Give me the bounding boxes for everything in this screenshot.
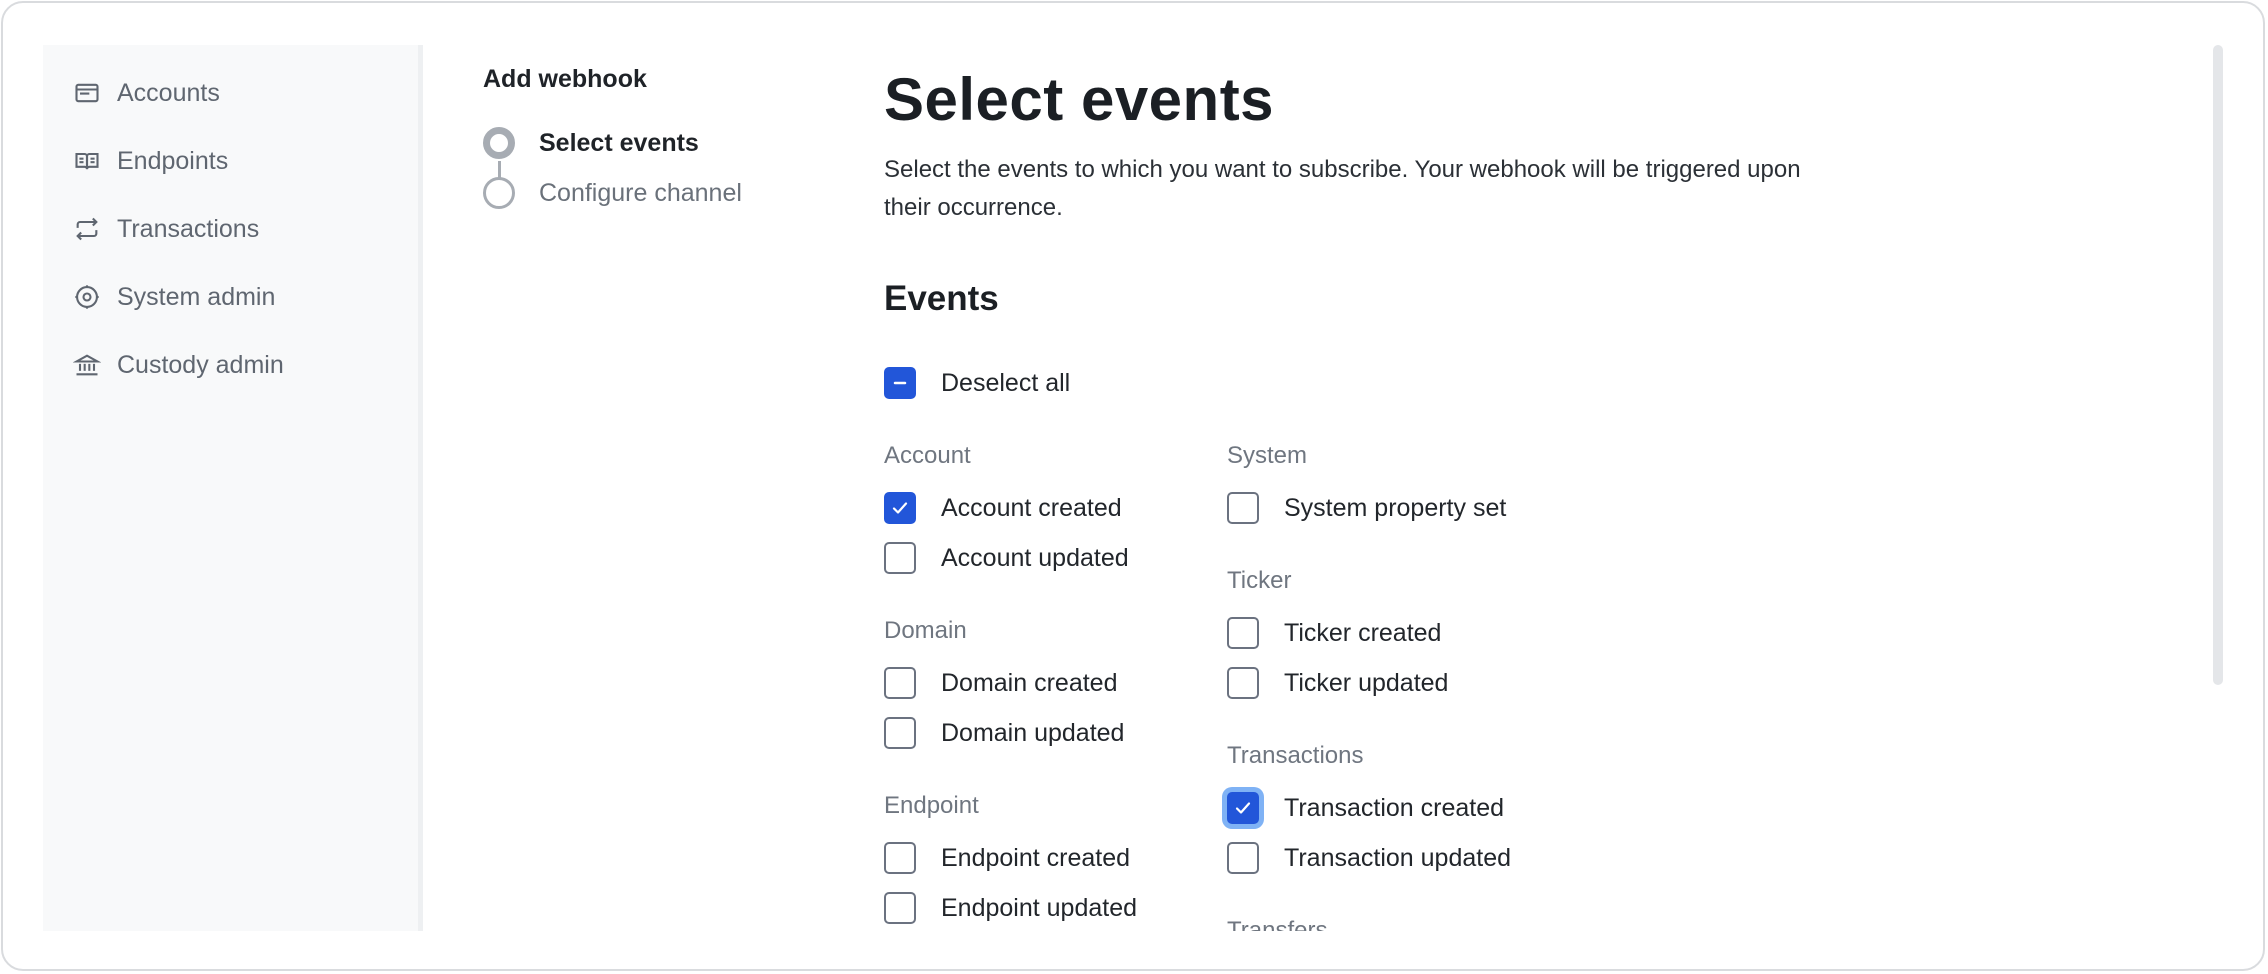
sidebar-item-transactions[interactable]: Transactions: [73, 209, 259, 249]
minus-icon: [893, 381, 907, 385]
stepper-title: Add webhook: [483, 65, 647, 93]
sidebar-item-label: Custody admin: [117, 350, 284, 379]
sidebar-item-label: Transactions: [117, 214, 260, 243]
step-label: Select events: [539, 128, 699, 157]
sidebar-item-label: Accounts: [117, 78, 220, 107]
vertical-scrollbar[interactable]: [2213, 45, 2223, 685]
account-updated-checkbox[interactable]: [884, 542, 916, 574]
sidebar-item-endpoints[interactable]: Endpoints: [73, 141, 228, 181]
app-window: Accounts Endpoints Transactions System a…: [1, 1, 2265, 971]
account-updated-label: Account updated: [941, 544, 1129, 572]
group-label-domain: Domain: [884, 617, 967, 644]
check-icon: [1235, 802, 1251, 814]
group-label-account: Account: [884, 442, 971, 469]
step-label: Configure channel: [539, 178, 742, 207]
app-viewport: Accounts Endpoints Transactions System a…: [43, 45, 2243, 931]
transaction-updated-checkbox[interactable]: [1227, 842, 1259, 874]
deselect-all-label: Deselect all: [941, 369, 1071, 397]
sidebar-item-label: Endpoints: [117, 146, 229, 175]
sidebar-item-label: System admin: [117, 282, 276, 311]
book-icon: [75, 152, 99, 170]
sidebar: Accounts Endpoints Transactions System a…: [43, 45, 423, 931]
system-property-set-checkbox[interactable]: [1227, 492, 1259, 524]
step-pending-indicator: [483, 177, 515, 209]
ticker-updated-checkbox[interactable]: [1227, 667, 1259, 699]
step-select-events[interactable]: Select events: [483, 123, 699, 163]
system-property-set-label: System property set: [1284, 494, 1507, 522]
endpoint-updated-label: Endpoint updated: [941, 894, 1138, 922]
group-label-transactions: Transactions: [1227, 742, 1364, 769]
group-label-endpoint: Endpoint: [884, 792, 979, 819]
account-created-checkbox[interactable]: [884, 492, 916, 524]
endpoint-created-checkbox[interactable]: [884, 842, 916, 874]
arrows-swap-icon: [76, 217, 98, 241]
sidebar-item-system-admin[interactable]: System admin: [73, 277, 275, 317]
domain-created-checkbox[interactable]: [884, 667, 916, 699]
ticker-created-label: Ticker created: [1284, 619, 1442, 647]
account-created-label: Account created: [941, 494, 1122, 522]
sidebar-item-custody-admin[interactable]: Custody admin: [73, 345, 284, 385]
gear-icon: [75, 285, 99, 309]
domain-updated-label: Domain updated: [941, 719, 1125, 747]
ticker-created-checkbox[interactable]: [1227, 617, 1259, 649]
page-description: Select the events to which you want to s…: [884, 156, 1801, 221]
events-heading: Events: [884, 279, 999, 318]
transaction-updated-label: Transaction updated: [1284, 844, 1512, 872]
group-label-ticker: Ticker: [1227, 567, 1292, 594]
transaction-created-checkbox[interactable]: [1227, 792, 1259, 824]
group-label-transfers: Transfers: [1227, 917, 1328, 931]
accounts-card-icon: [75, 83, 99, 103]
domain-created-label: Domain created: [941, 669, 1118, 697]
check-icon: [892, 502, 908, 514]
deselect-all-checkbox[interactable]: [884, 367, 916, 399]
endpoint-created-label: Endpoint created: [941, 844, 1131, 872]
endpoint-updated-checkbox[interactable]: [884, 892, 916, 924]
bank-icon: [73, 354, 101, 376]
domain-updated-checkbox[interactable]: [884, 717, 916, 749]
step-configure-channel[interactable]: Configure channel: [483, 173, 742, 213]
step-active-indicator: [483, 127, 515, 159]
sidebar-item-accounts[interactable]: Accounts: [73, 73, 220, 113]
ticker-updated-label: Ticker updated: [1284, 669, 1449, 697]
transaction-created-label: Transaction created: [1284, 794, 1505, 822]
page-title: Select events: [884, 66, 1275, 133]
group-label-system: System: [1227, 442, 1308, 469]
